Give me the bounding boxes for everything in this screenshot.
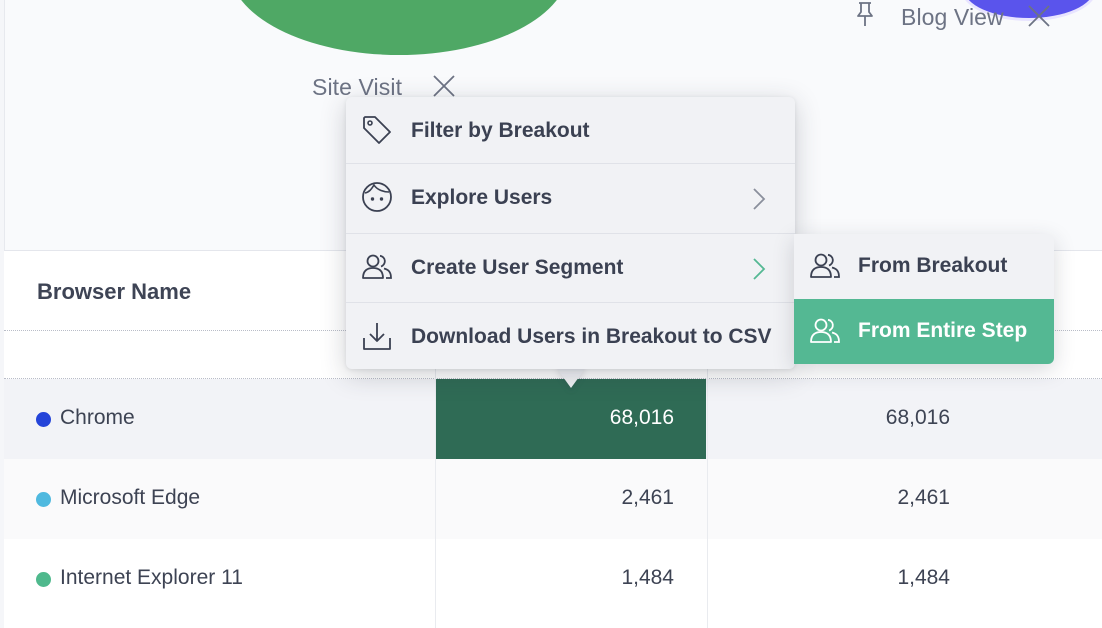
menu-item-label: Filter by Breakout (411, 119, 590, 142)
users-icon (362, 254, 392, 279)
column-header-browser-name[interactable]: Browser Name (37, 279, 191, 305)
pin-icon[interactable] (851, 0, 879, 28)
close-icon[interactable] (431, 73, 457, 99)
user-segment-submenu: From Breakout From Entire Step (794, 234, 1054, 364)
funnel-bar-site-visit[interactable] (229, 0, 569, 55)
menu-item-explore-users[interactable]: Explore Users (346, 163, 795, 232)
column-divider (707, 331, 708, 628)
chevron-right-icon (753, 258, 766, 280)
menu-item-label: Create User Segment (411, 256, 624, 279)
tag-icon (363, 116, 391, 144)
chevron-right-icon (753, 188, 766, 210)
users-icon (810, 253, 840, 278)
step-label-blog-view: Blog View (901, 4, 1004, 30)
browser-name: Microsoft Edge (60, 486, 201, 509)
series-color-dot (36, 492, 51, 507)
menu-item-label: Explore Users (411, 186, 553, 209)
close-icon[interactable] (1026, 3, 1052, 29)
step2-count[interactable]: 1,484 (708, 566, 950, 590)
browser-name: Chrome (60, 406, 135, 429)
submenu-item-from-entire-step[interactable]: From Entire Step (794, 299, 1054, 364)
menu-item-create-user-segment[interactable]: Create User Segment (346, 233, 795, 302)
breakout-context-menu: Filter by Breakout Explore Users Create … (346, 97, 795, 369)
step1-count[interactable]: 2,461 (436, 486, 674, 510)
column-divider (435, 331, 436, 628)
series-color-dot (36, 412, 51, 427)
series-color-dot (36, 572, 51, 587)
submenu-item-from-breakout[interactable]: From Breakout (794, 234, 1054, 299)
table-row[interactable]: Microsoft Edge 2,461 2,461 (4, 459, 1102, 539)
menu-item-filter-by-breakout[interactable]: Filter by Breakout (346, 97, 795, 165)
table-row[interactable]: Internet Explorer 11 1,484 1,484 (4, 539, 1102, 619)
download-icon (363, 323, 391, 350)
user-face-icon (362, 182, 392, 212)
submenu-item-label: From Entire Step (858, 319, 1028, 342)
step2-count[interactable]: 68,016 (708, 406, 950, 430)
menu-item-download-users-csv[interactable]: Download Users in Breakout to CSV (346, 302, 795, 371)
step1-count[interactable]: 68,016 (436, 406, 674, 430)
table-row[interactable]: Chrome 68,016 68,016 (4, 379, 1102, 459)
submenu-item-label: From Breakout (858, 254, 1008, 277)
menu-item-label: Download Users in Breakout to CSV (411, 325, 772, 348)
step2-count[interactable]: 2,461 (708, 486, 950, 510)
users-icon (810, 318, 840, 343)
browser-name: Internet Explorer 11 (60, 566, 243, 589)
step1-count[interactable]: 1,484 (436, 566, 674, 590)
